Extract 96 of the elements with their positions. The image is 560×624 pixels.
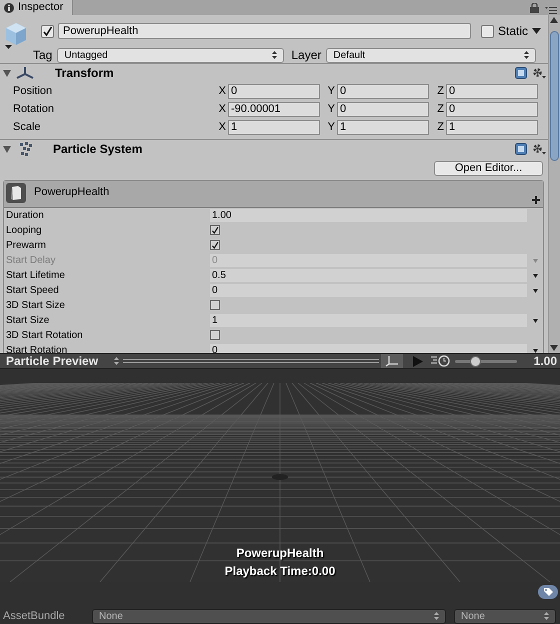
- axis-icon: [15, 66, 35, 80]
- cube-icon: [3, 20, 27, 50]
- component-title: Particle System: [53, 141, 142, 158]
- dropdown-arrow-icon[interactable]: [533, 288, 538, 292]
- property-label: 3D Start Rotation: [5, 329, 84, 343]
- number-field[interactable]: 1: [337, 120, 429, 134]
- updown-icon: [272, 51, 278, 59]
- scrollbar[interactable]: [548, 15, 560, 353]
- number-field[interactable]: 0: [446, 84, 538, 98]
- document-icon: [6, 183, 26, 203]
- number-field[interactable]: 0: [228, 84, 320, 98]
- layer-label: Layer: [291, 47, 322, 64]
- axis-label: Z: [436, 84, 444, 99]
- field-label: Position: [12, 84, 54, 99]
- axis-icon: [385, 355, 399, 367]
- inspector-tab[interactable]: Inspector: [0, 0, 73, 15]
- info-icon: [4, 2, 14, 12]
- axis-label: X: [218, 120, 226, 135]
- number-field[interactable]: 0: [337, 84, 429, 98]
- number-field[interactable]: -90.00001: [228, 102, 320, 116]
- preview-title: Particle Preview: [5, 353, 100, 370]
- property-label: Start Lifetime: [5, 269, 66, 283]
- tab-label: Inspector: [18, 0, 64, 16]
- number-field[interactable]: 0: [446, 102, 538, 116]
- axis-label: Y: [326, 102, 335, 117]
- dropdown-arrow-icon[interactable]: [533, 318, 538, 322]
- name-field[interactable]: PowerupHealth: [58, 23, 471, 39]
- checkbox[interactable]: [210, 240, 220, 250]
- tag-label: Tag: [33, 47, 52, 64]
- property-label: Start Speed: [5, 284, 60, 298]
- updown-icon: [524, 51, 530, 59]
- playback-speed-icon: [431, 355, 451, 367]
- axis-label: X: [218, 102, 226, 117]
- value-field[interactable]: 0.5: [210, 269, 527, 282]
- value-field[interactable]: 0: [210, 344, 527, 353]
- help-book-icon[interactable]: [515, 143, 527, 155]
- axis-label: Z: [436, 120, 444, 135]
- static-checkbox[interactable]: [481, 24, 494, 38]
- plus-icon[interactable]: [532, 196, 540, 204]
- updown-icon: [114, 357, 119, 365]
- variant-dropdown[interactable]: None: [454, 608, 556, 624]
- component-title: Transform: [55, 65, 114, 82]
- value-field[interactable]: 0: [210, 284, 527, 297]
- field-label: Scale: [12, 120, 42, 135]
- value-field[interactable]: 1: [210, 314, 527, 327]
- updown-icon: [544, 612, 549, 620]
- static-label: Static: [498, 23, 528, 40]
- axis-label: Z: [436, 102, 444, 117]
- particles-icon: [17, 142, 33, 156]
- collapse-triangle-icon[interactable]: [3, 145, 11, 153]
- scrollbar-thumb[interactable]: [550, 31, 559, 161]
- active-checkbox[interactable]: [41, 24, 54, 38]
- property-label: Looping: [5, 224, 43, 238]
- bundle-dropdown[interactable]: None: [92, 608, 446, 624]
- layer-dropdown[interactable]: Default: [326, 48, 536, 62]
- settings-icon[interactable]: [532, 143, 546, 155]
- caret-icon: [532, 28, 542, 34]
- updown-icon: [434, 612, 439, 620]
- field-label: Rotation: [12, 102, 55, 117]
- property-label: Duration: [5, 209, 45, 223]
- lock-icon: [530, 3, 539, 13]
- help-book-icon[interactable]: [515, 67, 527, 79]
- play-icon: [413, 356, 423, 366]
- settings-icon[interactable]: [532, 67, 546, 79]
- object-name-label: PowerupHealth: [236, 545, 324, 562]
- checkbox[interactable]: [210, 330, 220, 340]
- property-label: Start Rotation: [5, 344, 68, 353]
- playback-time-label: Playback Time:0.00: [224, 563, 336, 580]
- tag-icon[interactable]: [538, 585, 558, 599]
- axis-label: Y: [326, 84, 335, 99]
- axis-label: Y: [326, 120, 335, 135]
- axis-label: X: [218, 84, 226, 99]
- property-label: 3D Start Size: [5, 299, 66, 313]
- checkbox[interactable]: [210, 300, 220, 310]
- property-label: Prewarm: [5, 239, 48, 253]
- arrow-up-icon: [550, 17, 558, 23]
- property-label: Start Delay: [5, 254, 56, 268]
- tag-dropdown[interactable]: Untagged: [57, 48, 284, 62]
- number-field[interactable]: 1: [228, 120, 320, 134]
- number-field[interactable]: 0: [337, 102, 429, 116]
- number-field[interactable]: 1: [446, 120, 538, 134]
- property-label: Start Size: [5, 314, 50, 328]
- menu-icon: [545, 5, 557, 14]
- checkbox[interactable]: [210, 225, 220, 235]
- drag-handle-icon: [123, 358, 379, 364]
- collapse-triangle-icon[interactable]: [3, 69, 11, 77]
- dropdown-arrow-icon[interactable]: [533, 274, 538, 278]
- open-editor-button[interactable]: Open Editor...: [434, 160, 543, 176]
- module-title: PowerupHealth: [34, 185, 110, 200]
- value-field[interactable]: 1.00: [210, 209, 527, 222]
- slider-thumb[interactable]: [470, 356, 482, 366]
- arrow-down-icon: [550, 345, 558, 351]
- speed-value: 1.00: [534, 353, 558, 370]
- asset-bundle-label: AssetBundle: [3, 609, 66, 624]
- axis-toggle-button[interactable]: [381, 354, 403, 368]
- dropdown-arrow-icon[interactable]: [533, 348, 538, 352]
